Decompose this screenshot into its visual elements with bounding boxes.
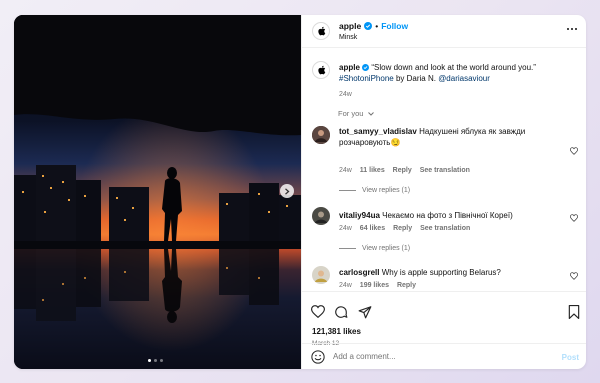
comment-item: carlosgrell Why is apple supporting Bela…	[339, 267, 569, 278]
comment-time: 24w	[339, 225, 352, 232]
comment-meta: 24w 64 likes Reply See translation	[339, 225, 470, 232]
comment-likes[interactable]: 199 likes	[360, 282, 389, 289]
comment-sort-dropdown[interactable]: For you	[338, 109, 374, 118]
carousel-dot	[160, 359, 163, 362]
sort-label: For you	[338, 109, 364, 118]
carousel-dot	[148, 359, 151, 362]
carousel-dot	[154, 359, 157, 362]
location-link[interactable]: Minsk	[339, 34, 357, 41]
view-replies-label: View replies (1)	[362, 245, 411, 252]
view-replies-button[interactable]: View replies (1)	[339, 245, 410, 252]
likes-count[interactable]: 121,381 likes	[312, 327, 361, 336]
apple-logo-icon	[317, 65, 325, 75]
follow-button[interactable]: Follow	[381, 21, 408, 31]
comment-item: vitaliy94ua Чекаємо на фото з Північної …	[339, 210, 569, 221]
post-caption: apple “Slow down and look at the world a…	[339, 62, 577, 100]
comment-bubble-icon[interactable]	[334, 305, 348, 319]
mention-link[interactable]: @dariasaviour	[438, 74, 490, 83]
post-header: apple • Follow Minsk	[302, 15, 586, 48]
caption-time: 24w	[339, 91, 352, 98]
reply-button[interactable]: Reply	[393, 167, 412, 174]
more-dot	[575, 28, 577, 30]
comment-time: 24w	[339, 167, 352, 174]
caption-text: “Slow down and look at the world around …	[371, 63, 536, 72]
profile-photo-icon	[312, 126, 330, 144]
like-comment-heart-icon[interactable]	[570, 272, 578, 280]
comment-input[interactable]	[333, 352, 533, 361]
view-replies-button[interactable]: View replies (1)	[339, 187, 410, 194]
carousel-indicator	[148, 359, 163, 362]
comment-meta: 24w 11 likes Reply See translation	[339, 167, 470, 174]
comment-username[interactable]: carlosgrell	[339, 268, 379, 277]
verified-badge-icon	[362, 64, 370, 72]
comment-emoji: 😏	[390, 138, 401, 147]
commenter-avatar[interactable]	[312, 126, 330, 144]
like-comment-heart-icon[interactable]	[570, 214, 578, 222]
apple-avatar[interactable]	[312, 22, 330, 40]
emoji-icon[interactable]	[311, 350, 325, 364]
comment-likes[interactable]: 11 likes	[360, 167, 385, 174]
post-comment-button[interactable]: Post	[562, 353, 579, 362]
verified-badge-icon	[364, 22, 373, 30]
post-details-panel: apple • Follow Minsk apple “Slow down an…	[301, 15, 586, 369]
profile-photo-icon	[312, 266, 330, 284]
add-comment-bar: Post	[302, 343, 586, 369]
chevron-down-icon	[367, 112, 374, 116]
chevron-right-icon	[285, 187, 290, 195]
caption-avatar[interactable]	[312, 61, 330, 79]
save-bookmark-icon[interactable]	[568, 305, 580, 319]
comment-username[interactable]: vitaliy94ua	[339, 211, 380, 220]
comment-text: Why is apple supporting Belarus?	[381, 268, 501, 277]
see-translation-button[interactable]: See translation	[420, 167, 470, 174]
share-send-icon[interactable]	[358, 305, 372, 319]
next-image-button[interactable]	[280, 184, 294, 198]
reply-button[interactable]: Reply	[397, 282, 416, 289]
profile-photo-icon	[312, 207, 330, 225]
apple-logo-icon	[317, 26, 325, 36]
post-actions: 121,381 likes March 12	[302, 291, 586, 347]
hashtag-link[interactable]: #ShotoniPhone	[339, 74, 394, 83]
like-heart-icon[interactable]	[311, 305, 325, 318]
post-card: apple • Follow Minsk apple “Slow down an…	[14, 15, 586, 369]
comment-likes[interactable]: 64 likes	[360, 225, 385, 232]
comment-time: 24w	[339, 282, 352, 289]
comment-meta: 24w 199 likes Reply	[339, 282, 416, 289]
header-account: apple • Follow	[339, 21, 408, 31]
separator-dot: •	[375, 21, 379, 31]
like-comment-heart-icon[interactable]	[570, 147, 578, 155]
see-translation-button[interactable]: See translation	[420, 225, 470, 232]
replies-line	[339, 248, 356, 249]
caption-credit: by Daria N.	[393, 74, 439, 83]
commenter-avatar[interactable]	[312, 266, 330, 284]
reflection-photo	[14, 15, 301, 369]
reply-button[interactable]: Reply	[393, 225, 412, 232]
more-dot	[571, 28, 573, 30]
comment-text: Чекаємо на фото з Північної Кореї)	[382, 211, 513, 220]
comment-username[interactable]: tot_samyy_vladislav	[339, 127, 417, 136]
commenter-avatar[interactable]	[312, 207, 330, 225]
replies-line	[339, 190, 356, 191]
post-photo[interactable]	[14, 15, 301, 369]
header-username[interactable]: apple	[339, 21, 361, 31]
more-options-button[interactable]	[567, 28, 577, 30]
comment-item: tot_samyy_vladislav Надкушені яблука як …	[339, 126, 569, 148]
caption-username[interactable]: apple	[339, 63, 360, 72]
view-replies-label: View replies (1)	[362, 187, 411, 194]
more-dot	[567, 28, 569, 30]
